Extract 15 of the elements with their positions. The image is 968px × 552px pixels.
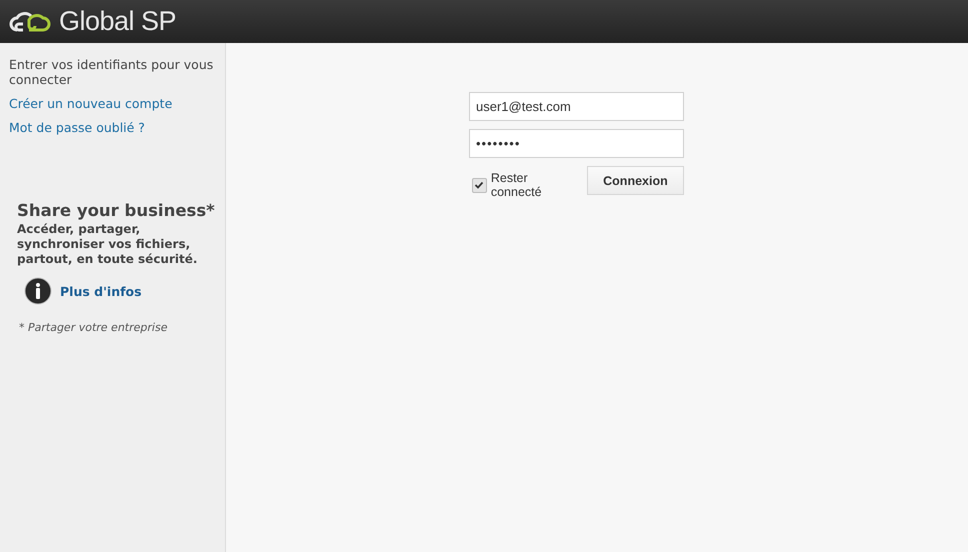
sidebar-link[interactable]: Mot de passe oublié ?	[9, 120, 225, 135]
cloud-logo-icon	[9, 10, 53, 34]
remember-checkbox[interactable]: Rester connecté	[472, 171, 581, 199]
more-info-link[interactable]: Plus d'infos	[60, 284, 142, 298]
info-icon[interactable]	[24, 277, 52, 305]
sidebar-link[interactable]: Créer un nouveau compte	[9, 96, 225, 111]
intro-text: Entrer vos identifiants pour vous connecter	[9, 57, 214, 87]
promo-text: Accéder, partager, synchroniser vos fichiers, partout, en toute sécurité.	[17, 222, 198, 267]
logo-text: Global SP	[59, 6, 176, 37]
email-field[interactable]: user1@test.com	[469, 92, 684, 121]
password-field[interactable]: ••••••••	[469, 129, 684, 158]
promo-title: Share your business*	[17, 201, 216, 220]
login-button[interactable]: Connexion	[586, 166, 684, 195]
footnote: * Partager votre entreprise	[19, 321, 168, 334]
check-icon	[474, 180, 484, 190]
